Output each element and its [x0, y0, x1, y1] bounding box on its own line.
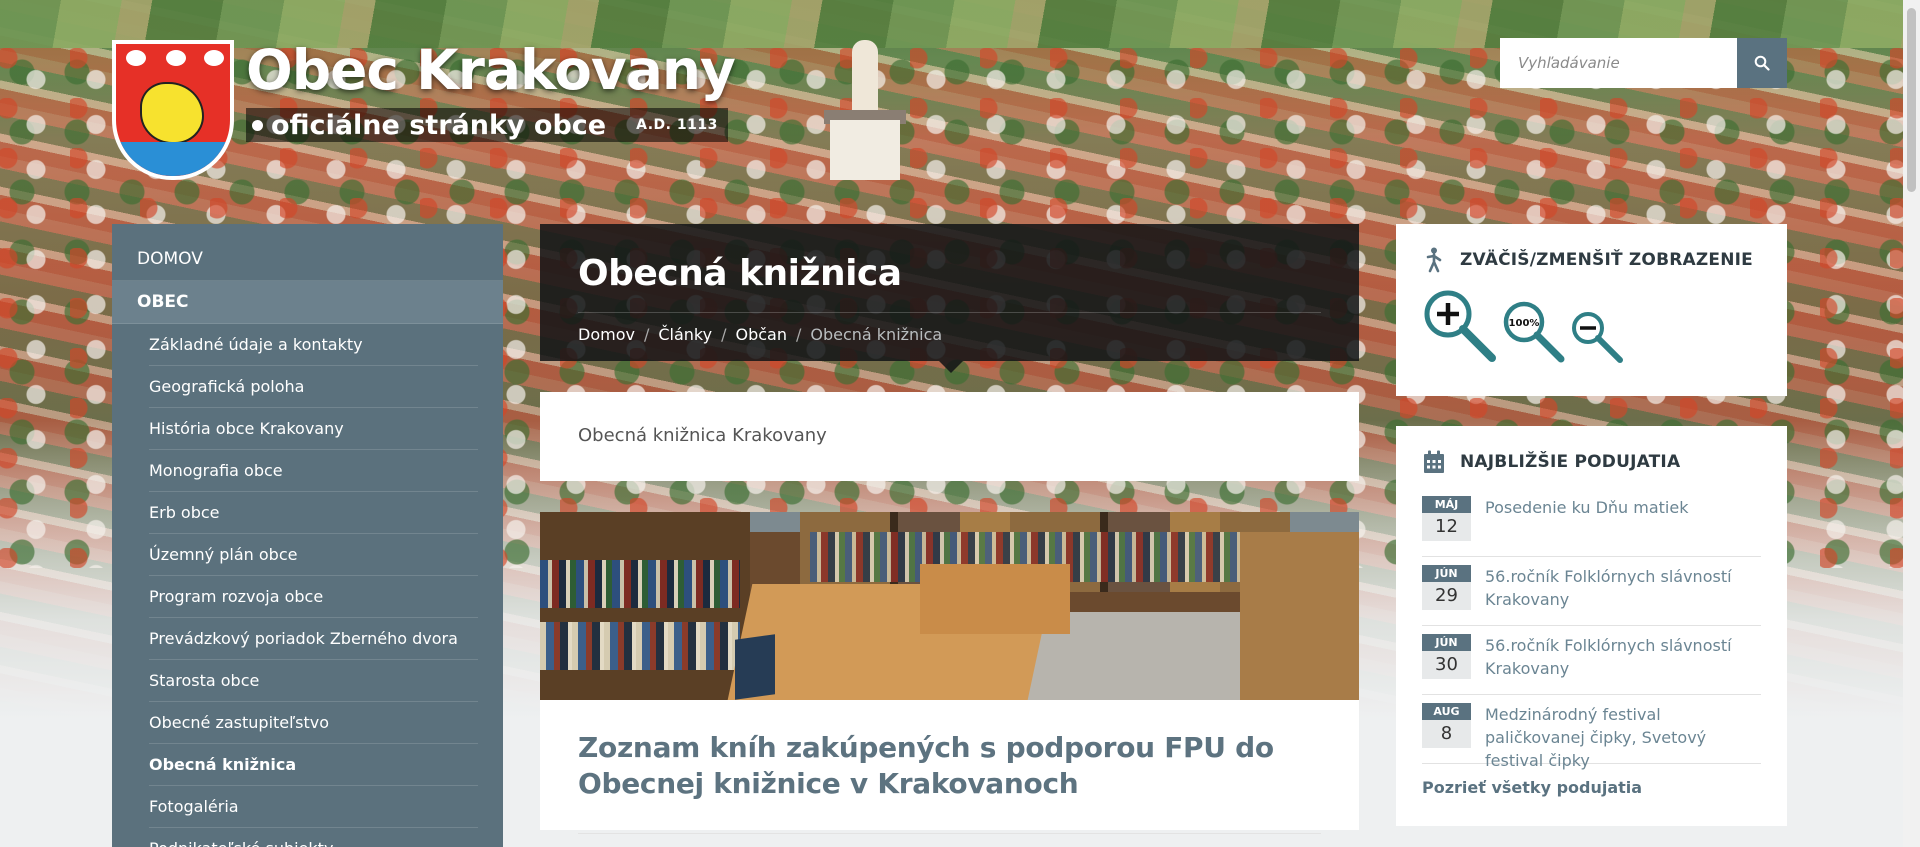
sidebar-subitem-erb[interactable]: Erb obce — [149, 492, 478, 534]
sidebar-subitem-geograficka-poloha[interactable]: Geografická poloha — [149, 366, 478, 408]
sidebar-subitem-monografia[interactable]: Monografia obce — [149, 450, 478, 492]
accessibility-icon — [1422, 247, 1446, 273]
event-day: 30 — [1422, 651, 1471, 679]
sidebar-subitem-podnikatelske-subjekty[interactable]: Podnikateľské subjekty — [149, 828, 478, 847]
event-month: JÚN — [1422, 565, 1471, 582]
event-day: 8 — [1422, 720, 1471, 748]
sidebar-subitem-prevadzkovy-poriadok[interactable]: Prevádzkový poriadok Zberného dvora — [149, 618, 478, 660]
search-icon — [1754, 55, 1770, 71]
zoom-reset-label: 100% — [1509, 318, 1540, 329]
site-subtitle-bar: oficiálne stránky obce A.D. 1113 — [246, 108, 728, 142]
sidebar-subitem-starosta[interactable]: Starosta obce — [149, 660, 478, 702]
article-card: Zoznam kníh zakúpených s podporou FPU do… — [540, 700, 1359, 834]
page-header: Obecná knižnica Domov / Články / Občan /… — [540, 224, 1359, 373]
site-subtitle: oficiálne stránky obce — [271, 109, 607, 141]
breadcrumb-separator: / — [643, 325, 650, 344]
coat-of-arms-logo[interactable] — [112, 40, 234, 180]
sidebar-subitem-program-rozvoja[interactable]: Program rozvoja obce — [149, 576, 478, 618]
event-item[interactable]: JÚN 29 56.ročník Folklórnych slávností K… — [1422, 557, 1761, 626]
zoom-controls: 100% — [1422, 288, 1761, 364]
event-title-link[interactable]: 56.ročník Folklórnych slávností Krakovan… — [1485, 634, 1761, 684]
zoom-in-icon[interactable] — [1422, 288, 1498, 364]
sidebar-subitem-uzemny-plan[interactable]: Územný plán obce — [149, 534, 478, 576]
main-content: Obecná knižnica Domov / Články / Občan /… — [540, 224, 1359, 834]
event-title-link[interactable]: Posedenie ku Dňu matiek — [1485, 496, 1688, 546]
zoom-reset-icon[interactable]: 100% — [1502, 300, 1566, 364]
sidebar-subitem-zastupitelstvo[interactable]: Obecné zastupiteľstvo — [149, 702, 478, 744]
library-photo — [540, 512, 1359, 700]
sidebar-nav: DOMOV OBEC Základné údaje a kontakty Geo… — [112, 224, 503, 847]
sidebar-subitem-historia[interactable]: História obce Krakovany — [149, 408, 478, 450]
event-item[interactable]: MÁJ 12 Posedenie ku Dňu matiek — [1422, 488, 1761, 557]
event-month: AUG — [1422, 703, 1471, 720]
divider — [578, 833, 1321, 834]
search-input[interactable] — [1500, 38, 1737, 88]
article-title-link[interactable]: Zoznam kníh zakúpených s podporou FPU do… — [578, 730, 1321, 802]
zoom-widget: ZVÄČIŠ/ZMENŠIŤ ZOBRAZENIE 100% — [1396, 224, 1787, 396]
zoom-widget-title: ZVÄČIŠ/ZMENŠIŤ ZOBRAZENIE — [1460, 250, 1753, 270]
site-founding-year: A.D. 1113 — [636, 117, 718, 133]
event-month: JÚN — [1422, 634, 1471, 651]
breadcrumb-domov[interactable]: Domov — [578, 325, 635, 344]
event-date-badge: AUG 8 — [1422, 703, 1471, 753]
sidebar-subitem-fotogaleria[interactable]: Fotogaléria — [149, 786, 478, 828]
page-title: Obecná knižnica — [578, 253, 902, 294]
page-scrollbar[interactable] — [1903, 0, 1920, 847]
breadcrumb-separator: / — [721, 325, 727, 344]
zoom-out-icon[interactable] — [1570, 310, 1624, 364]
breadcrumb-current: Obecná knižnica — [810, 325, 943, 344]
calendar-icon — [1422, 449, 1446, 475]
sidebar-item-domov[interactable]: DOMOV — [112, 238, 503, 281]
event-month: MÁJ — [1422, 496, 1471, 513]
search-button[interactable] — [1737, 38, 1787, 88]
search-form — [1500, 38, 1787, 88]
sidebar-item-obec[interactable]: OBEC — [112, 281, 503, 324]
bullet-icon — [252, 119, 263, 131]
event-day: 29 — [1422, 582, 1471, 610]
events-widget-title: NAJBLIŽŠIE PODUJATIA — [1460, 452, 1681, 472]
event-item[interactable]: JÚN 30 56.ročník Folklórnych slávností K… — [1422, 626, 1761, 695]
event-title-link[interactable]: Medzinárodný festival paličkovanej čipky… — [1485, 703, 1761, 770]
event-date-badge: JÚN 30 — [1422, 634, 1471, 684]
breadcrumb-clanky[interactable]: Články — [658, 325, 712, 344]
event-day: 12 — [1422, 513, 1471, 541]
event-item[interactable]: AUG 8 Medzinárodný festival paličkovanej… — [1422, 695, 1761, 770]
breadcrumb-separator: / — [795, 325, 802, 344]
sidebar-subitem-zakladne-udaje[interactable]: Základné údaje a kontakty — [149, 324, 478, 366]
site-title[interactable]: Obec Krakovany — [246, 38, 736, 102]
event-title-link[interactable]: 56.ročník Folklórnych slávností Krakovan… — [1485, 565, 1761, 615]
event-date-badge: JÚN 29 — [1422, 565, 1471, 615]
intro-text: Obecná knižnica Krakovany — [540, 392, 1359, 481]
breadcrumb-obcan[interactable]: Občan — [735, 325, 787, 344]
divider — [578, 312, 1321, 313]
all-events-link[interactable]: Pozrieť všetky podujatia — [1422, 778, 1761, 797]
scrollbar-thumb[interactable] — [1907, 8, 1916, 192]
events-widget: NAJBLIŽŠIE PODUJATIA MÁJ 12 Posedenie ku… — [1396, 426, 1787, 826]
sidebar-submenu: Základné údaje a kontakty Geografická po… — [112, 324, 503, 847]
breadcrumb: Domov / Články / Občan / Obecná knižnica — [578, 325, 1321, 344]
event-date-badge: MÁJ 12 — [1422, 496, 1471, 546]
sidebar-subitem-kniznica[interactable]: Obecná knižnica — [149, 744, 478, 786]
